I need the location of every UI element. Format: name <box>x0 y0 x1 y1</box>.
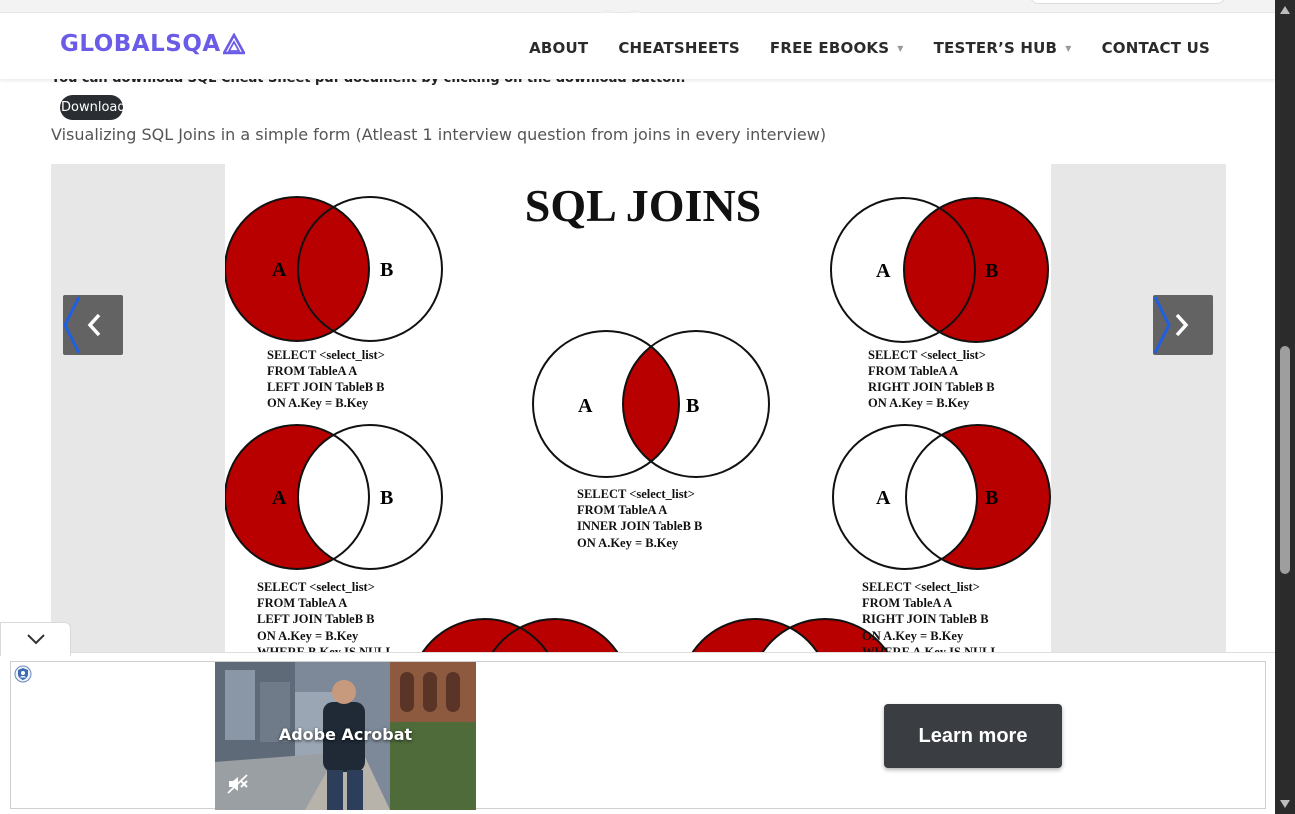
scrollbar-thumb[interactable] <box>1280 346 1290 574</box>
left-null-venn: A B <box>225 424 443 570</box>
svg-text:ON A.Key = B.Key: ON A.Key = B.Key <box>577 536 679 550</box>
search-box-edge[interactable] <box>1030 0 1225 4</box>
inner-join-sql: SELECT <select_list> FROM TableA A INNER… <box>577 487 702 550</box>
svg-text:ON A.Key = B.Key: ON A.Key = B.Key <box>257 629 359 643</box>
nav-testers-hub[interactable]: TESTER’S HUB ▼ <box>934 39 1072 57</box>
muted-speaker-icon[interactable] <box>227 774 249 794</box>
circle-a-label: A <box>272 487 287 509</box>
svg-text:INNER JOIN TableB B: INNER JOIN TableB B <box>577 519 702 533</box>
circle-a-label: A <box>876 487 891 509</box>
ad-frame: Adobe Acrobat Learn more <box>10 661 1266 810</box>
svg-text:SELECT <select_list>: SELECT <select_list> <box>868 348 986 362</box>
svg-text:FROM TableA A: FROM TableA A <box>868 364 958 378</box>
circle-b-label: B <box>985 487 998 509</box>
slider-next-button[interactable] <box>1153 295 1213 355</box>
svg-text:RIGHT JOIN TableB B: RIGHT JOIN TableB B <box>862 612 989 626</box>
svg-text:SELECT <select_list>: SELECT <select_list> <box>257 580 375 594</box>
svg-text:SELECT <select_list>: SELECT <select_list> <box>577 487 695 501</box>
right-join-venn: A B <box>830 197 1049 343</box>
nav-cheatsheets[interactable]: CHEATSHEETS <box>618 39 740 57</box>
page-scrollbar[interactable] <box>1275 0 1295 814</box>
nav-contact-us[interactable]: CONTACT US <box>1102 39 1210 57</box>
intro-text: Visualizing SQL Joins in a simple form (… <box>51 125 827 144</box>
inner-join-venn: A B <box>532 330 770 478</box>
sql-joins-slide: SQL JOINS A B A B A B A B A B SELECT <se… <box>225 164 1051 664</box>
svg-text:LEFT JOIN TableB B: LEFT JOIN TableB B <box>257 612 375 626</box>
circle-a-label: A <box>272 259 287 281</box>
circle-b-label: B <box>985 260 998 282</box>
chevron-left-icon <box>63 296 101 354</box>
site-header: GLOBALSQA ABOUT CHEATSHEETS FREE EBOOKS ▼… <box>0 13 1275 79</box>
svg-text:ON A.Key = B.Key: ON A.Key = B.Key <box>862 629 964 643</box>
svg-text:FROM TableA A: FROM TableA A <box>267 364 357 378</box>
circle-b-label: B <box>686 395 699 417</box>
right-join-sql: SELECT <select_list> FROM TableA A RIGHT… <box>868 348 995 410</box>
circle-b-label: B <box>380 487 393 509</box>
right-null-sql: SELECT <select_list> FROM TableA A RIGHT… <box>862 580 999 659</box>
ad-video[interactable]: Adobe Acrobat <box>215 662 476 810</box>
caret-down-icon: ▼ <box>897 43 904 53</box>
top-strip <box>0 0 1275 51</box>
caret-down-icon: ▼ <box>1065 43 1072 53</box>
chevron-right-icon <box>1153 296 1189 354</box>
svg-text:SELECT <select_list>: SELECT <select_list> <box>267 348 385 362</box>
svg-text:ON A.Key = B.Key: ON A.Key = B.Key <box>267 396 369 410</box>
slider-prev-button[interactable] <box>63 295 123 355</box>
site-logo[interactable]: GLOBALSQA <box>60 31 245 57</box>
left-join-sql: SELECT <select_list> FROM TableA A LEFT … <box>267 348 385 410</box>
svg-text:FROM TableA A: FROM TableA A <box>257 596 347 610</box>
learn-more-button[interactable]: Learn more <box>884 704 1062 768</box>
chevron-down-icon <box>27 634 45 645</box>
circle-b-label: B <box>380 259 393 281</box>
circle-a-label: A <box>876 260 891 282</box>
scroll-down-arrow-icon[interactable] <box>1280 800 1290 808</box>
svg-text:RIGHT JOIN TableB B: RIGHT JOIN TableB B <box>868 380 995 394</box>
sql-joins-diagram: SQL JOINS A B A B A B A B A B SELECT <se… <box>225 180 1051 664</box>
download-button[interactable]: Download <box>60 95 126 120</box>
ad-brand-text: Adobe Acrobat <box>278 725 413 744</box>
main-nav: ABOUT CHEATSHEETS FREE EBOOKS ▼ TESTER’S … <box>499 39 1210 57</box>
image-slider: SQL JOINS A B A B A B A B A B SELECT <se… <box>51 164 1226 664</box>
nav-free-ebooks[interactable]: FREE EBOOKS ▼ <box>770 39 904 57</box>
circle-a-label: A <box>578 395 593 417</box>
left-join-venn: A B <box>225 196 443 342</box>
ad-banner: Adobe Acrobat Learn more <box>0 652 1275 814</box>
slide-title: SQL JOINS <box>525 180 762 231</box>
svg-text:LEFT JOIN TableB B: LEFT JOIN TableB B <box>267 380 385 394</box>
right-null-venn: A B <box>832 424 1051 570</box>
shield-icon[interactable] <box>14 665 32 683</box>
logo-triangle-icon <box>222 33 245 55</box>
left-null-sql: SELECT <select_list> FROM TableA A LEFT … <box>257 580 394 659</box>
logo-text: GLOBALSQA <box>60 31 221 57</box>
svg-text:ON A.Key = B.Key: ON A.Key = B.Key <box>868 396 970 410</box>
svg-text:SELECT <select_list>: SELECT <select_list> <box>862 580 980 594</box>
ad-collapse-tab[interactable] <box>0 622 71 656</box>
nav-about[interactable]: ABOUT <box>529 39 588 57</box>
svg-text:FROM TableA A: FROM TableA A <box>577 503 667 517</box>
scroll-up-arrow-icon[interactable] <box>1280 6 1290 14</box>
svg-text:FROM TableA A: FROM TableA A <box>862 596 952 610</box>
